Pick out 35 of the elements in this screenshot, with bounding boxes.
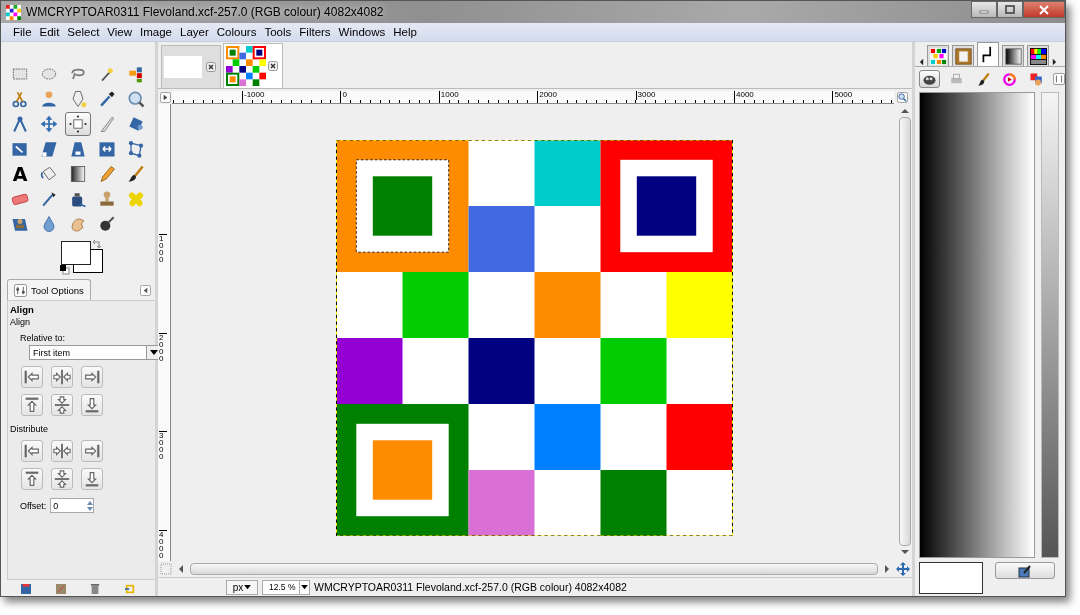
window-title: WMCRYPTOAR0311 Flevoland.xcf-257.0 (RGB colour) 4082x4082 [26, 5, 384, 19]
ruler-label: 2000 [537, 90, 557, 100]
menu-item[interactable]: Filters [295, 26, 335, 38]
ruler-label: 4000 [159, 529, 167, 559]
ruler-label: 5000 [832, 90, 853, 100]
ruler-label: 2000 [159, 332, 167, 362]
menu-item[interactable]: Select [63, 26, 104, 38]
menu-item[interactable]: Help [389, 26, 421, 38]
ruler-label: 0 [340, 90, 347, 100]
field-label: Offset: [20, 500, 47, 511]
ruler-label: 3000 [159, 431, 167, 461]
unit-dropdown[interactable]: px [226, 579, 258, 595]
menu-item[interactable]: Layer [176, 26, 213, 38]
text-tool-button[interactable]: A [7, 162, 33, 186]
ruler-label: 1000 [438, 90, 459, 100]
ruler-label: 1000 [159, 234, 167, 264]
section-label: Align [10, 317, 31, 329]
ruler-label: 4000 [734, 90, 754, 100]
menu-item[interactable]: Edit [35, 26, 64, 38]
menu-item[interactable]: Image [136, 26, 176, 38]
section-label: Distribute [10, 423, 49, 434]
field-label: Relative to: [19, 332, 67, 345]
tool-options-tab[interactable]: Tool Options [7, 279, 91, 300]
options-title: Align [10, 303, 35, 317]
menu-item[interactable]: Tools [260, 26, 296, 38]
menu-item[interactable]: Colours [212, 26, 261, 38]
ruler-label: -1000 [242, 90, 265, 100]
menu-item[interactable]: File [9, 26, 36, 38]
menu-item[interactable]: Windows [334, 26, 390, 38]
ruler-label: 3000 [635, 90, 656, 100]
status-text: WMCRYPTOAR0311 Flevoland.xcf-257.0 (RGB colour) 4082x4082 [314, 581, 627, 593]
offset-field[interactable]: 0 [50, 498, 95, 513]
menu-item[interactable]: View [103, 26, 137, 38]
tab-label: Tool Options [31, 284, 84, 296]
zoom-field[interactable]: 12.5 % [262, 579, 310, 595]
